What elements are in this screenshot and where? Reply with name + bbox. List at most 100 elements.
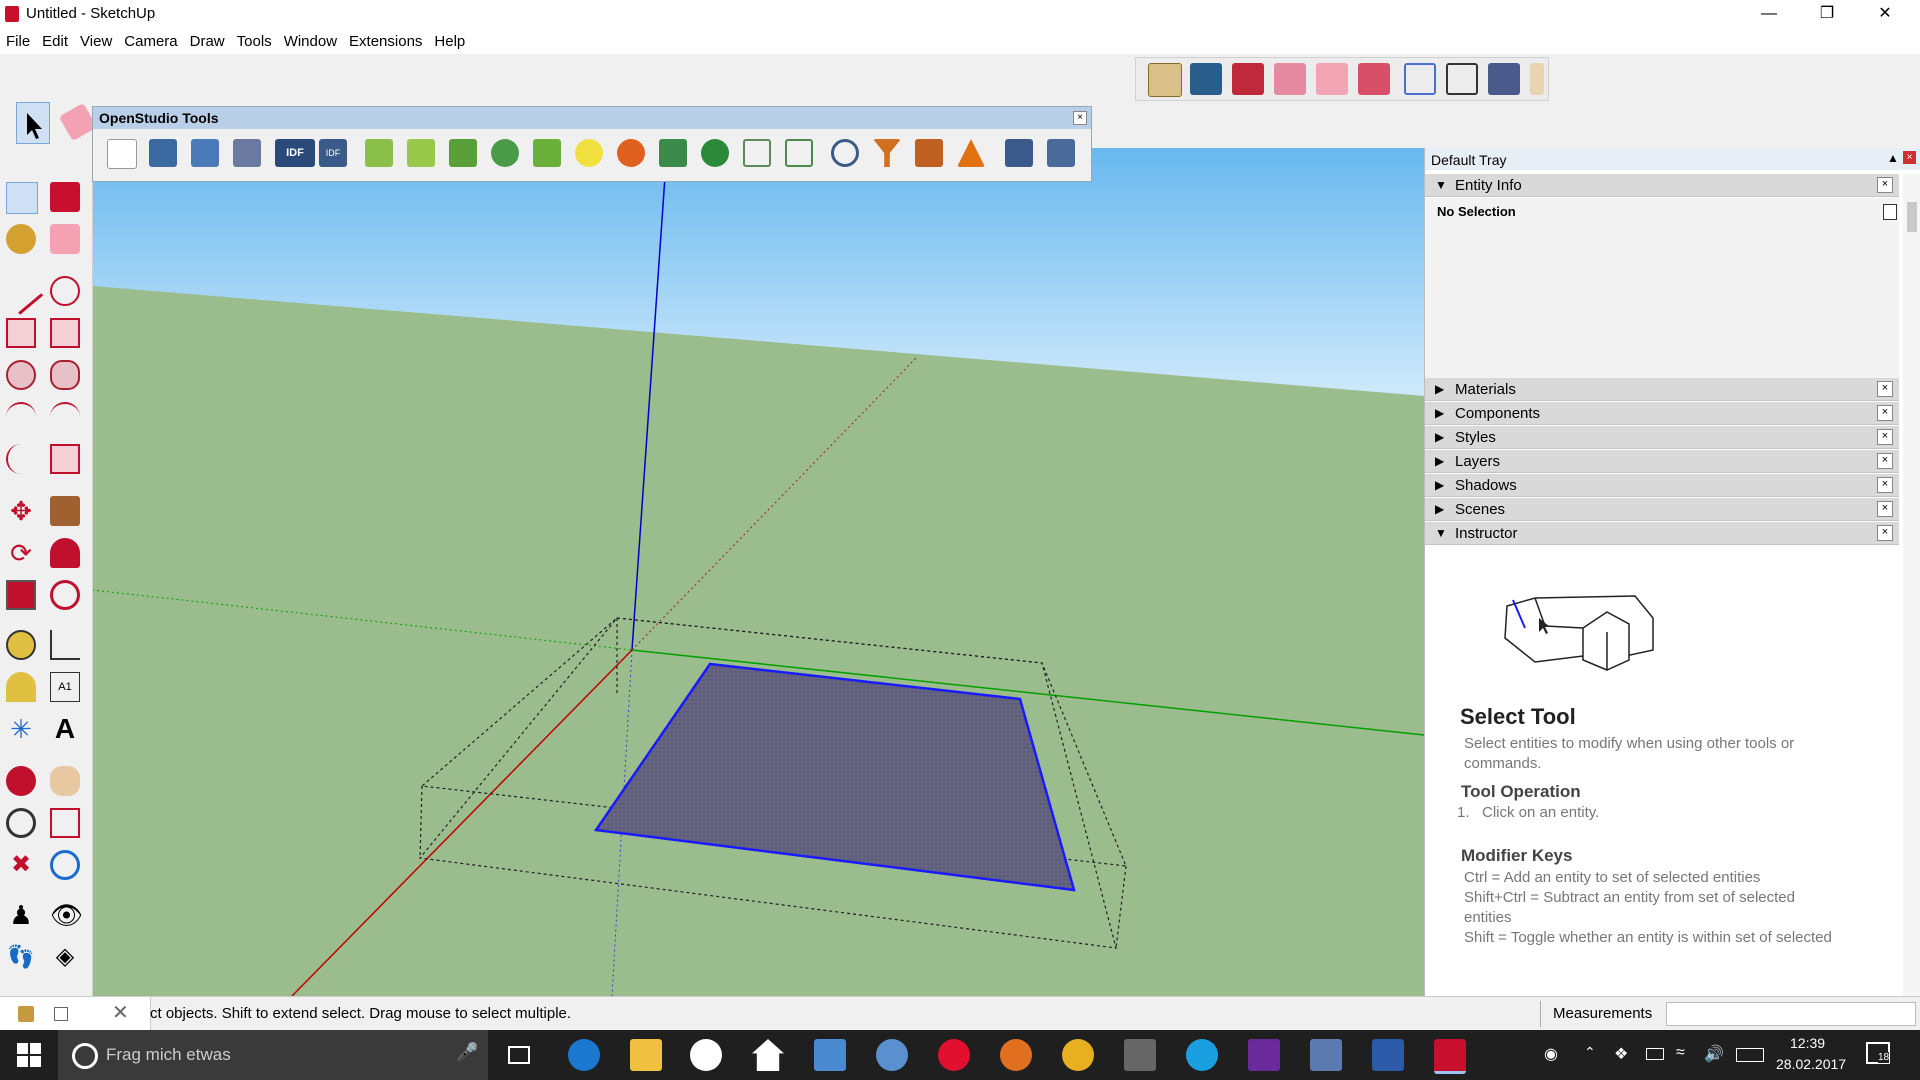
zoom-window-icon[interactable] (50, 808, 80, 838)
tape-measure-icon[interactable] (6, 630, 36, 660)
scale-icon[interactable] (6, 580, 36, 610)
jetbrains-icon[interactable] (1248, 1039, 1280, 1071)
three-point-arc-icon[interactable] (6, 444, 36, 474)
menu-file[interactable]: File (0, 28, 36, 50)
space-diagram-icon[interactable] (785, 139, 813, 167)
filter-icon[interactable] (873, 139, 901, 167)
section-plane-icon[interactable]: ◈ (50, 942, 80, 972)
camera-tray-icon[interactable]: ◉ (1544, 1044, 1558, 1064)
look-around-icon[interactable]: 👁 (50, 900, 83, 930)
chrome-icon[interactable] (1062, 1039, 1094, 1071)
scroll-thumb[interactable] (1907, 202, 1917, 232)
save-icon[interactable] (191, 139, 219, 167)
pan-icon[interactable] (50, 766, 80, 796)
panel-close-icon[interactable]: × (1877, 477, 1893, 493)
menu-view[interactable]: View (74, 28, 118, 50)
pie-icon[interactable] (50, 444, 80, 474)
eraser-icon[interactable] (50, 224, 80, 254)
panel-close-icon[interactable]: × (1877, 525, 1893, 541)
wifi-icon[interactable]: ≈ (1676, 1044, 1685, 1062)
home-app-icon[interactable] (752, 1039, 784, 1071)
panel-close-icon[interactable]: × (1877, 177, 1893, 193)
panel-entity-info-header[interactable]: ▼ Entity Info × (1425, 174, 1899, 197)
select-toolbar-arrow[interactable] (16, 102, 50, 144)
geo-location-icon[interactable] (18, 1006, 34, 1022)
task-view-icon[interactable] (508, 1046, 530, 1064)
push-pull-icon[interactable] (50, 496, 80, 526)
credits-icon[interactable] (54, 1007, 68, 1021)
microphone-icon[interactable]: 🎤 (456, 1042, 478, 1063)
measurements-input[interactable] (1666, 1002, 1916, 1026)
search-box[interactable]: Frag mich etwas 🎤 (58, 1030, 488, 1080)
move-icon[interactable]: ✥ (6, 496, 36, 526)
volume-icon[interactable]: 🔊 (1704, 1044, 1724, 1064)
rectangle-icon[interactable] (6, 318, 36, 348)
panel-close-icon[interactable]: × (1877, 429, 1893, 445)
battery-icon[interactable] (1646, 1048, 1664, 1060)
sketchup-task-icon[interactable] (1434, 1039, 1466, 1074)
edge-icon[interactable] (568, 1039, 600, 1071)
paint-bucket-icon[interactable] (6, 224, 36, 254)
3d-text-icon[interactable]: A (50, 714, 80, 744)
maximize-button[interactable]: ❐ (1798, 0, 1856, 28)
polygon-icon[interactable] (50, 360, 80, 390)
keyboard-icon[interactable] (1736, 1048, 1764, 1062)
pin-icon[interactable]: ▲ (1887, 151, 1899, 165)
zoom-icon[interactable] (6, 808, 36, 838)
menu-camera[interactable]: Camera (118, 28, 183, 50)
close-status-icon[interactable]: ✕ (112, 1000, 129, 1025)
surface-matching-icon[interactable] (659, 139, 687, 167)
follow-me-icon[interactable] (50, 538, 80, 568)
openstudio-close-button[interactable]: × (1073, 111, 1087, 125)
text-icon[interactable]: A1 (50, 672, 80, 702)
project-loose-geometry-icon[interactable] (743, 139, 771, 167)
clock-time[interactable]: 12:39 (1790, 1035, 1825, 1051)
warning-icon[interactable] (957, 139, 985, 167)
firefox-icon[interactable] (1000, 1039, 1032, 1071)
shaded-icon[interactable] (1488, 63, 1520, 95)
panel-shadows-header[interactable]: ▶ Shadows × (1425, 474, 1899, 497)
menu-extensions[interactable]: Extensions (343, 28, 428, 50)
new-glare-sensor-icon[interactable] (617, 139, 645, 167)
protractor-icon[interactable] (6, 672, 36, 702)
openstudio-toolbar[interactable]: OpenStudio Tools × IDF IDF (92, 106, 1092, 182)
save-as-icon[interactable] (233, 139, 261, 167)
position-camera-icon[interactable]: ♟ (6, 900, 36, 930)
scene-canvas[interactable] (92, 148, 1424, 996)
word-icon[interactable] (1372, 1039, 1404, 1071)
entity-info-toggle-icon[interactable] (1883, 204, 1897, 220)
clock-date[interactable]: 28.02.2017 (1776, 1056, 1846, 1072)
line-icon[interactable] (0, 270, 44, 315)
two-point-arc-icon[interactable] (50, 402, 80, 432)
remote-desktop-icon[interactable] (814, 1039, 846, 1071)
freehand-icon[interactable] (50, 276, 80, 306)
zoom-extents-icon[interactable]: ✖ (6, 850, 36, 880)
info-tool-icon[interactable] (915, 139, 943, 167)
make-component-icon[interactable] (50, 182, 80, 212)
orbit-icon[interactable] (6, 766, 36, 796)
menu-help[interactable]: Help (428, 28, 471, 50)
iso-view-icon[interactable] (1148, 63, 1182, 97)
dropbox-icon[interactable]: ❖ (1614, 1044, 1628, 1064)
menu-edit[interactable]: Edit (36, 28, 74, 50)
start-button[interactable] (0, 1030, 58, 1080)
show-hidden-icon[interactable]: ⌃ (1584, 1044, 1596, 1061)
panel-scenes-header[interactable]: ▶ Scenes × (1425, 498, 1899, 521)
circle-icon[interactable] (6, 360, 36, 390)
menu-draw[interactable]: Draw (184, 28, 231, 50)
left-view-icon[interactable] (1358, 63, 1390, 95)
right-view-icon[interactable] (1274, 63, 1306, 95)
minimize-button[interactable]: — (1740, 0, 1798, 28)
close-button[interactable]: ✕ (1856, 0, 1914, 28)
menu-window[interactable]: Window (278, 28, 343, 50)
panel-materials-header[interactable]: ▶ Materials × (1425, 378, 1899, 401)
select-tool-icon[interactable] (6, 182, 38, 214)
3d-viewport[interactable] (92, 148, 1424, 996)
render-mode-icon[interactable] (1005, 139, 1033, 167)
panel-layers-header[interactable]: ▶ Layers × (1425, 450, 1899, 473)
walk-icon[interactable]: 👣 (6, 942, 36, 972)
export-idf-icon[interactable]: IDF (319, 139, 347, 167)
previous-view-icon[interactable] (50, 850, 80, 880)
opera-icon[interactable] (938, 1039, 970, 1071)
import-idf-icon[interactable]: IDF (275, 139, 315, 167)
